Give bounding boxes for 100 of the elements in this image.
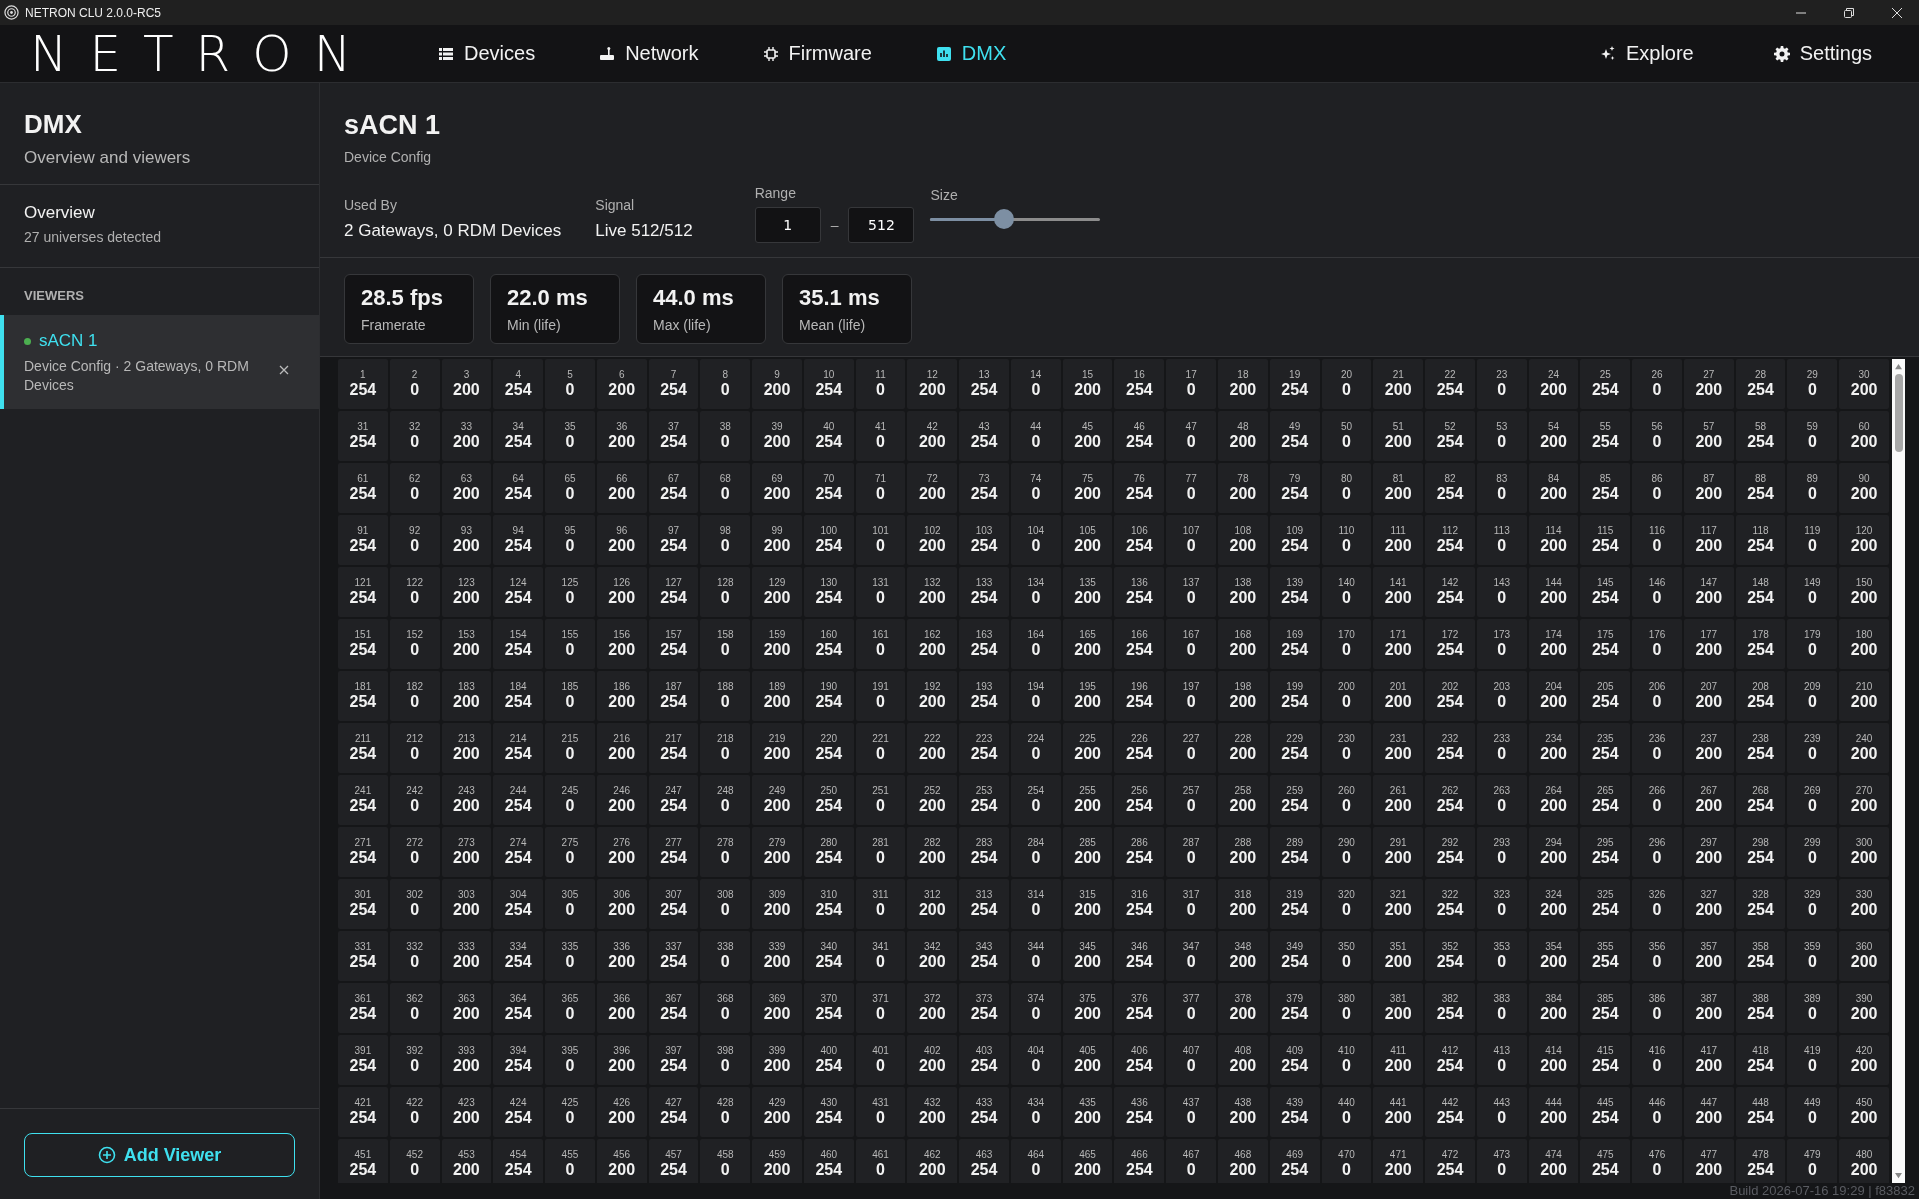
- channel-number: 271: [354, 837, 372, 849]
- nav-tab[interactable]: Devices: [438, 42, 536, 65]
- channel-number: 463: [975, 1149, 993, 1161]
- slider-thumb[interactable]: [993, 209, 1014, 229]
- channel-number: 261: [1389, 785, 1407, 797]
- stat-value: 35.1 ms: [799, 285, 881, 311]
- channel-number: 327: [1700, 889, 1718, 901]
- channel-number: 22: [1444, 369, 1456, 381]
- nav-link[interactable]: Explore: [1599, 42, 1694, 65]
- channel-value: 254: [815, 901, 843, 919]
- channel-value: 200: [1229, 1161, 1257, 1179]
- channel-number: 59: [1806, 421, 1818, 433]
- channel-number: 455: [561, 1149, 579, 1161]
- nav-tab[interactable]: DMX: [935, 42, 1007, 65]
- channel-number: 106: [1131, 525, 1148, 537]
- viewer-item[interactable]: sACN 1 Device Config · 2 Gateways, 0 RDM Devices: [0, 315, 319, 409]
- channel-number: 295: [1596, 837, 1614, 849]
- field-value: 2 Gateways, 0 RDM Devices: [344, 221, 562, 241]
- stat-value: 28.5 fps: [361, 285, 444, 311]
- channel-value: 0: [1807, 641, 1817, 659]
- range-end-field[interactable]: 512: [848, 207, 915, 243]
- channel-number: 240: [1855, 733, 1873, 745]
- channel-number: 377: [1182, 993, 1200, 1005]
- channel-number: 292: [1441, 837, 1459, 849]
- channel-number: 287: [1182, 837, 1200, 849]
- channel-value: 0: [1186, 1005, 1196, 1023]
- channel-number: 4: [515, 369, 521, 381]
- channel-value: 254: [660, 1109, 687, 1127]
- channel-value: 254: [1591, 381, 1619, 399]
- channel-value: 254: [660, 1005, 687, 1023]
- channel-value: 0: [1807, 693, 1817, 711]
- channel-number: 202: [1441, 681, 1459, 693]
- channel-number: 474: [1545, 1149, 1562, 1161]
- range-start-field[interactable]: 1: [754, 207, 821, 243]
- channel-value: 200: [453, 589, 480, 607]
- close-icon[interactable]: [1891, 6, 1903, 19]
- channel-number: 445: [1596, 1097, 1614, 1109]
- channel-number: 250: [820, 785, 838, 797]
- channel-value: 254: [349, 641, 377, 659]
- size-slider[interactable]: [930, 209, 1101, 229]
- channel-value: 254: [970, 1057, 998, 1075]
- channel-value: 0: [1807, 1005, 1817, 1023]
- channel-value: 200: [453, 537, 480, 555]
- channel-value: 0: [720, 485, 730, 503]
- scroll-up-icon[interactable]: [1894, 363, 1903, 370]
- channel-value: 254: [1281, 849, 1309, 867]
- nav-tab[interactable]: Network: [599, 42, 699, 65]
- close-icon[interactable]: [279, 365, 289, 375]
- channel-value: 0: [1186, 1109, 1196, 1127]
- channel-value: 254: [660, 693, 687, 711]
- overview-item[interactable]: Overview 27 universes detected: [0, 185, 319, 268]
- restore-icon[interactable]: [1843, 6, 1855, 19]
- scroll-down-icon[interactable]: [1894, 1172, 1903, 1179]
- channel-number: 67: [667, 473, 680, 485]
- channel-number: 322: [1441, 889, 1459, 901]
- channel-value: 200: [763, 1005, 791, 1023]
- scrollbar[interactable]: [1892, 359, 1905, 1183]
- channel-value: 0: [720, 1057, 730, 1075]
- channel-number: 91: [357, 525, 369, 537]
- channel-number: 18: [1237, 369, 1249, 381]
- channel-number: 217: [665, 733, 682, 745]
- channel-value: 254: [1126, 953, 1153, 971]
- channel-number: 309: [768, 889, 786, 901]
- channel-number: 206: [1648, 681, 1666, 693]
- channel-value: 254: [504, 537, 532, 555]
- plus-circle-icon: [97, 1146, 116, 1164]
- nav-link[interactable]: Settings: [1773, 42, 1872, 65]
- channel-number: 183: [458, 681, 475, 693]
- channel-number: 437: [1182, 1097, 1200, 1109]
- scrollbar-thumb[interactable]: [1894, 374, 1903, 452]
- channel-number: 143: [1493, 577, 1511, 589]
- channel-value: 200: [918, 485, 946, 503]
- channel-number: 105: [1079, 525, 1096, 537]
- add-viewer-button[interactable]: Add Viewer: [24, 1133, 295, 1177]
- channel-number: 259: [1286, 785, 1303, 797]
- channel-number: 76: [1133, 473, 1145, 485]
- channel-number: 9: [774, 369, 780, 381]
- channel-number: 312: [923, 889, 941, 901]
- channel-number: 215: [561, 733, 579, 745]
- channel-value: 0: [410, 693, 420, 711]
- channel-number: 229: [1286, 733, 1303, 745]
- nav-tab[interactable]: Firmware: [762, 42, 872, 65]
- channel-number: 119: [1804, 525, 1821, 537]
- channel-value: 254: [815, 1109, 843, 1127]
- channel-value: 254: [970, 485, 998, 503]
- channel-number: 401: [872, 1045, 889, 1057]
- channel-value: 200: [1695, 953, 1723, 971]
- channel-value: 254: [1591, 693, 1619, 711]
- channel-number: 412: [1441, 1045, 1459, 1057]
- channel-value: 254: [1126, 641, 1153, 659]
- channel-number: 461: [872, 1149, 889, 1161]
- channel-value: 0: [1807, 797, 1817, 815]
- channel-number: 145: [1596, 577, 1614, 589]
- channel-value: 200: [1229, 537, 1257, 555]
- section-heading: VIEWERS: [23, 287, 85, 305]
- channel-number: 337: [665, 941, 682, 953]
- channel-value: 200: [763, 1109, 791, 1127]
- channel-value: 254: [815, 797, 843, 815]
- channel-number: 12: [926, 369, 938, 381]
- channel-number: 123: [458, 577, 475, 589]
